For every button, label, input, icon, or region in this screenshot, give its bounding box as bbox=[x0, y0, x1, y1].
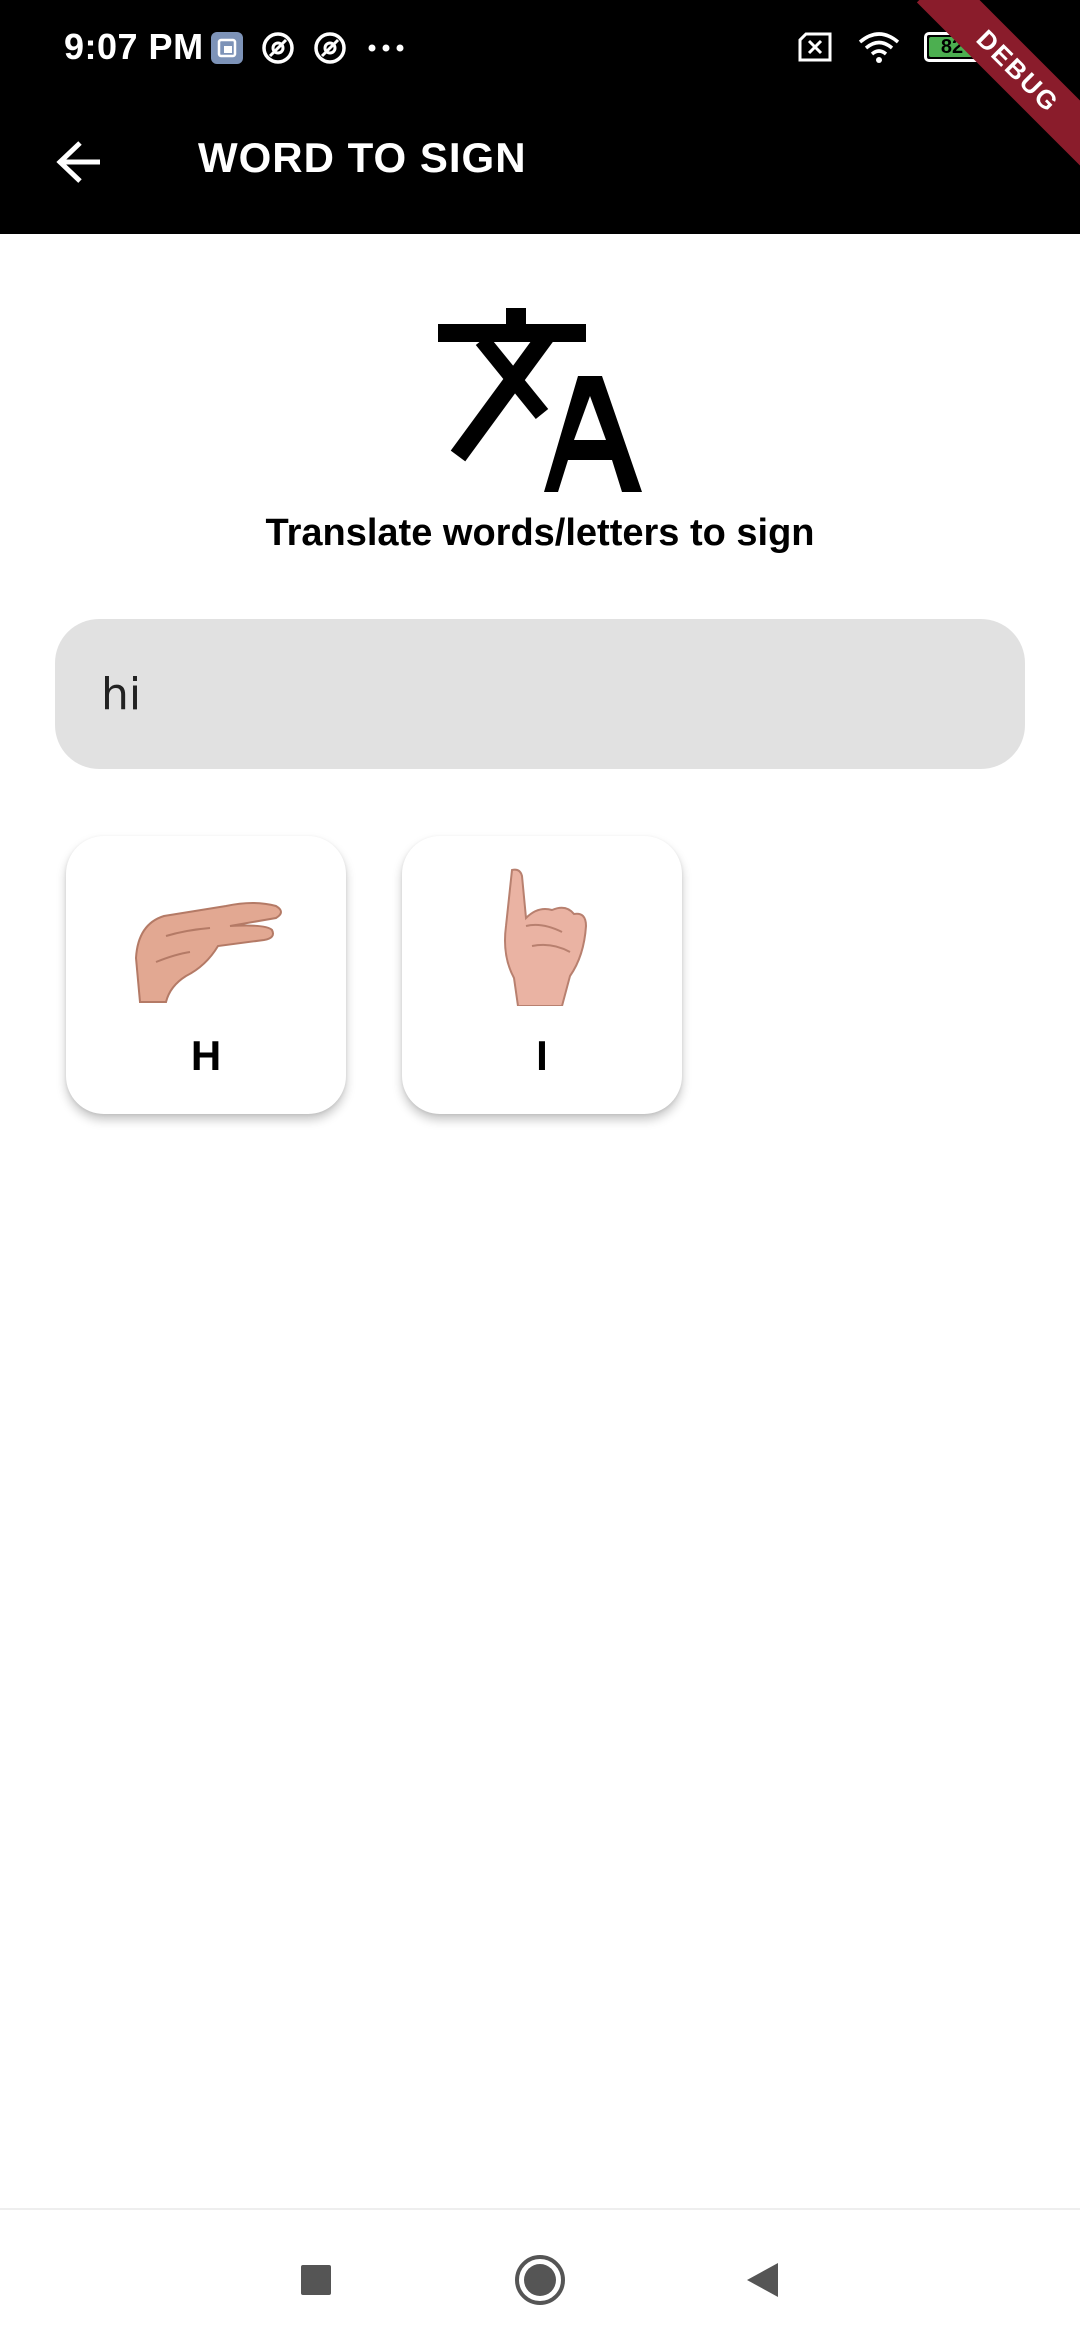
status-time: 9:07 PM bbox=[64, 26, 204, 67]
status-notification-icons bbox=[210, 30, 408, 66]
at-sign-icon bbox=[262, 32, 294, 64]
back-triangle-icon bbox=[747, 2263, 778, 2297]
page-title: WORD TO SIGN bbox=[198, 134, 527, 181]
translate-icon bbox=[438, 308, 642, 492]
word-input[interactable] bbox=[55, 619, 1025, 769]
home-circle-icon bbox=[515, 2255, 565, 2305]
no-sim-icon bbox=[798, 32, 832, 62]
sign-card-h[interactable]: H bbox=[66, 836, 346, 1114]
heading: Translate words/letters to sign bbox=[265, 512, 815, 554]
sign-cards: H I bbox=[66, 836, 682, 1114]
sign-letter: I bbox=[536, 1032, 548, 1079]
status-bar: 9:07 PM 82 bbox=[0, 0, 1080, 100]
nav-bar bbox=[0, 2210, 1080, 2340]
back-button[interactable] bbox=[40, 122, 120, 202]
more-dots-icon bbox=[368, 44, 404, 52]
arrow-left-icon bbox=[56, 141, 100, 183]
app-bar: WORD TO SIGN bbox=[0, 100, 1080, 234]
recents-square-icon bbox=[301, 2265, 331, 2295]
wifi-icon bbox=[858, 32, 900, 63]
gallery-notification-icon bbox=[211, 32, 243, 64]
hand-sign-h bbox=[134, 902, 282, 1003]
sign-letter: H bbox=[190, 1032, 222, 1079]
back-nav-button[interactable] bbox=[732, 2250, 792, 2310]
hand-sign-i bbox=[504, 868, 588, 1006]
screen: 9:07 PM 82 WORD TO SIGN DEBUG Translate … bbox=[0, 0, 1080, 2340]
sign-card-i[interactable]: I bbox=[402, 836, 682, 1114]
home-button[interactable] bbox=[510, 2250, 570, 2310]
recents-button[interactable] bbox=[286, 2250, 346, 2310]
at-sign-icon bbox=[314, 32, 346, 64]
